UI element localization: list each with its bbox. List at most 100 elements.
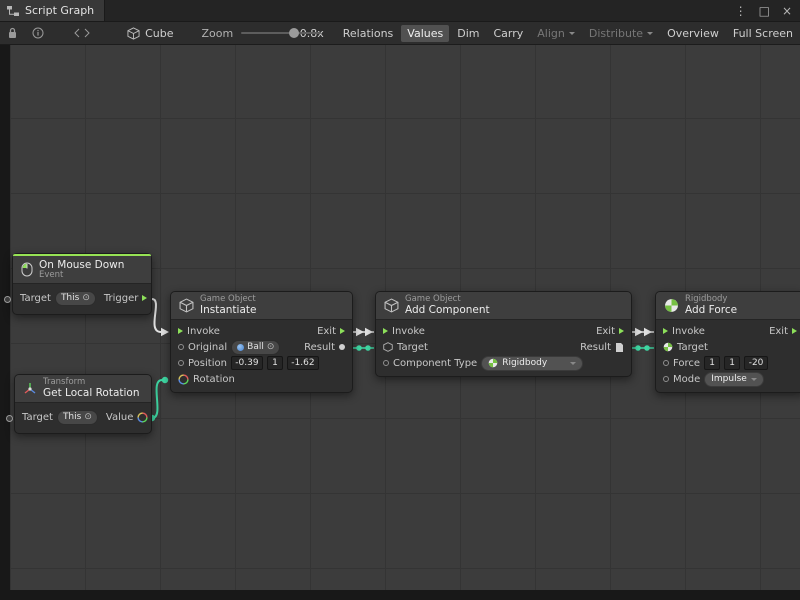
node-header: Game Object Instantiate [171, 292, 352, 320]
code-view-icon[interactable] [67, 22, 97, 44]
button-overview[interactable]: Overview [661, 25, 725, 42]
position-x-field[interactable]: -0.39 [231, 356, 263, 370]
invoke-port-label: Invoke [187, 326, 220, 337]
close-icon[interactable]: × [782, 4, 792, 18]
button-carry[interactable]: Carry [487, 25, 529, 42]
chevron-down-icon [751, 378, 757, 381]
value-port-label: Value [106, 412, 133, 423]
lock-icon[interactable] [0, 22, 25, 44]
canvas-edge-left [0, 45, 10, 600]
node-category: Game Object [405, 295, 490, 305]
node-category: Rigidbody [685, 295, 737, 305]
invoke-port-label: Invoke [672, 326, 705, 337]
trigger-port-label: Trigger [104, 293, 139, 304]
file-icon [615, 342, 624, 353]
exit-output-port[interactable] [619, 328, 624, 334]
rigidbody-icon [488, 358, 498, 368]
tab-script-graph[interactable]: Script Graph [0, 0, 105, 21]
invoke-input-port[interactable] [383, 328, 388, 334]
force-z-field[interactable]: -20 [744, 356, 768, 370]
node-header: Game Object Add Component [376, 292, 631, 320]
target-port-label: Target [20, 293, 51, 304]
original-input-port[interactable] [178, 344, 184, 350]
node-on-mouse-down[interactable]: On Mouse Down Event Target This ⊙ Trigge… [12, 253, 152, 315]
original-object-chip[interactable]: Ball ⊙ [231, 340, 280, 355]
node-instantiate[interactable]: Game Object Instantiate Invoke Exit Orig… [170, 291, 353, 393]
button-relations[interactable]: Relations [337, 25, 400, 42]
button-values[interactable]: Values [401, 25, 449, 42]
node-header: Rigidbody Add Force [656, 292, 800, 320]
mode-input-port[interactable] [663, 376, 669, 382]
trigger-output-port[interactable] [142, 295, 147, 301]
node-title: Add Component [405, 304, 490, 316]
node-title: Get Local Rotation [43, 387, 140, 399]
position-z-field[interactable]: -1.62 [287, 356, 319, 370]
script-graph-icon [6, 5, 20, 17]
target-port-label: Target [677, 342, 708, 353]
target-input-port[interactable] [4, 296, 11, 303]
rotation-port-label: Rotation [193, 374, 235, 385]
rotation-icon [178, 374, 189, 385]
graph-toolbar: Cube Zoom 0.8x Relations Values Dim Carr… [0, 22, 800, 45]
window-menu-icon[interactable]: ⋮ [735, 4, 747, 18]
info-icon[interactable] [25, 22, 51, 44]
invoke-input-port[interactable] [178, 328, 183, 334]
button-align[interactable]: Align [531, 25, 581, 42]
component-type-label: Component Type [393, 358, 477, 369]
game-object-icon [383, 342, 393, 352]
force-input-port[interactable] [663, 360, 669, 366]
cube-icon [179, 298, 194, 313]
force-x-field[interactable]: 1 [704, 356, 720, 370]
exit-port-label: Exit [317, 326, 336, 337]
mode-port-label: Mode [673, 374, 700, 385]
target-object-label: Cube [145, 27, 173, 40]
node-add-component[interactable]: Game Object Add Component Invoke Exit Ta… [375, 291, 632, 377]
zoom-slider[interactable] [241, 28, 290, 38]
button-align-label: Align [537, 27, 565, 40]
force-mode-dropdown[interactable]: Impulse [704, 372, 764, 387]
exit-output-port[interactable] [340, 328, 345, 334]
ball-prefab-icon [237, 344, 244, 351]
invoke-input-port[interactable] [663, 328, 668, 334]
script-graph-window: Script Graph ⋮ □ × Cube Zoom [0, 0, 800, 600]
node-subtitle: Event [39, 271, 124, 281]
component-type-dropdown[interactable]: Rigidbody [481, 356, 583, 371]
object-picker-icon[interactable]: ⊙ [82, 294, 90, 303]
button-dim[interactable]: Dim [451, 25, 485, 42]
zoom-slider-handle[interactable] [289, 28, 299, 38]
exit-output-port[interactable] [792, 328, 797, 334]
force-port-label: Force [673, 358, 700, 369]
object-picker-icon[interactable]: ⊙ [84, 413, 92, 422]
transform-icon [23, 382, 37, 396]
result-output-port[interactable] [339, 344, 345, 350]
node-header: On Mouse Down Event [13, 256, 151, 284]
node-title: On Mouse Down [39, 259, 124, 271]
cube-icon [384, 298, 399, 313]
button-full-screen[interactable]: Full Screen [727, 25, 799, 42]
force-y-field[interactable]: 1 [724, 356, 740, 370]
exit-port-label: Exit [596, 326, 615, 337]
position-input-port[interactable] [178, 360, 184, 366]
position-port-label: Position [188, 358, 227, 369]
cube-icon [127, 27, 140, 40]
node-header: Transform Get Local Rotation [15, 375, 151, 403]
chevron-down-icon [647, 32, 653, 35]
button-distribute[interactable]: Distribute [583, 25, 659, 42]
node-get-local-rotation[interactable]: Transform Get Local Rotation Target This… [14, 374, 152, 434]
tab-title: Script Graph [25, 4, 94, 17]
node-title: Add Force [685, 304, 737, 316]
target-object-chip[interactable]: This ⊙ [55, 291, 96, 306]
component-type-input-port[interactable] [383, 360, 389, 366]
object-picker-icon[interactable]: ⊙ [267, 343, 275, 352]
graph-target-object[interactable]: Cube [121, 27, 179, 40]
invoke-port-label: Invoke [392, 326, 425, 337]
zoom-label: Zoom [201, 27, 233, 40]
node-add-force[interactable]: Rigidbody Add Force Invoke Exit [655, 291, 800, 393]
target-input-port[interactable] [6, 415, 13, 422]
target-object-chip[interactable]: This ⊙ [57, 410, 98, 425]
result-port-label: Result [304, 342, 335, 353]
maximize-icon[interactable]: □ [759, 4, 770, 18]
position-y-field[interactable]: 1 [267, 356, 283, 370]
chevron-down-icon [570, 362, 576, 365]
graph-canvas[interactable]: On Mouse Down Event Target This ⊙ Trigge… [0, 45, 800, 600]
